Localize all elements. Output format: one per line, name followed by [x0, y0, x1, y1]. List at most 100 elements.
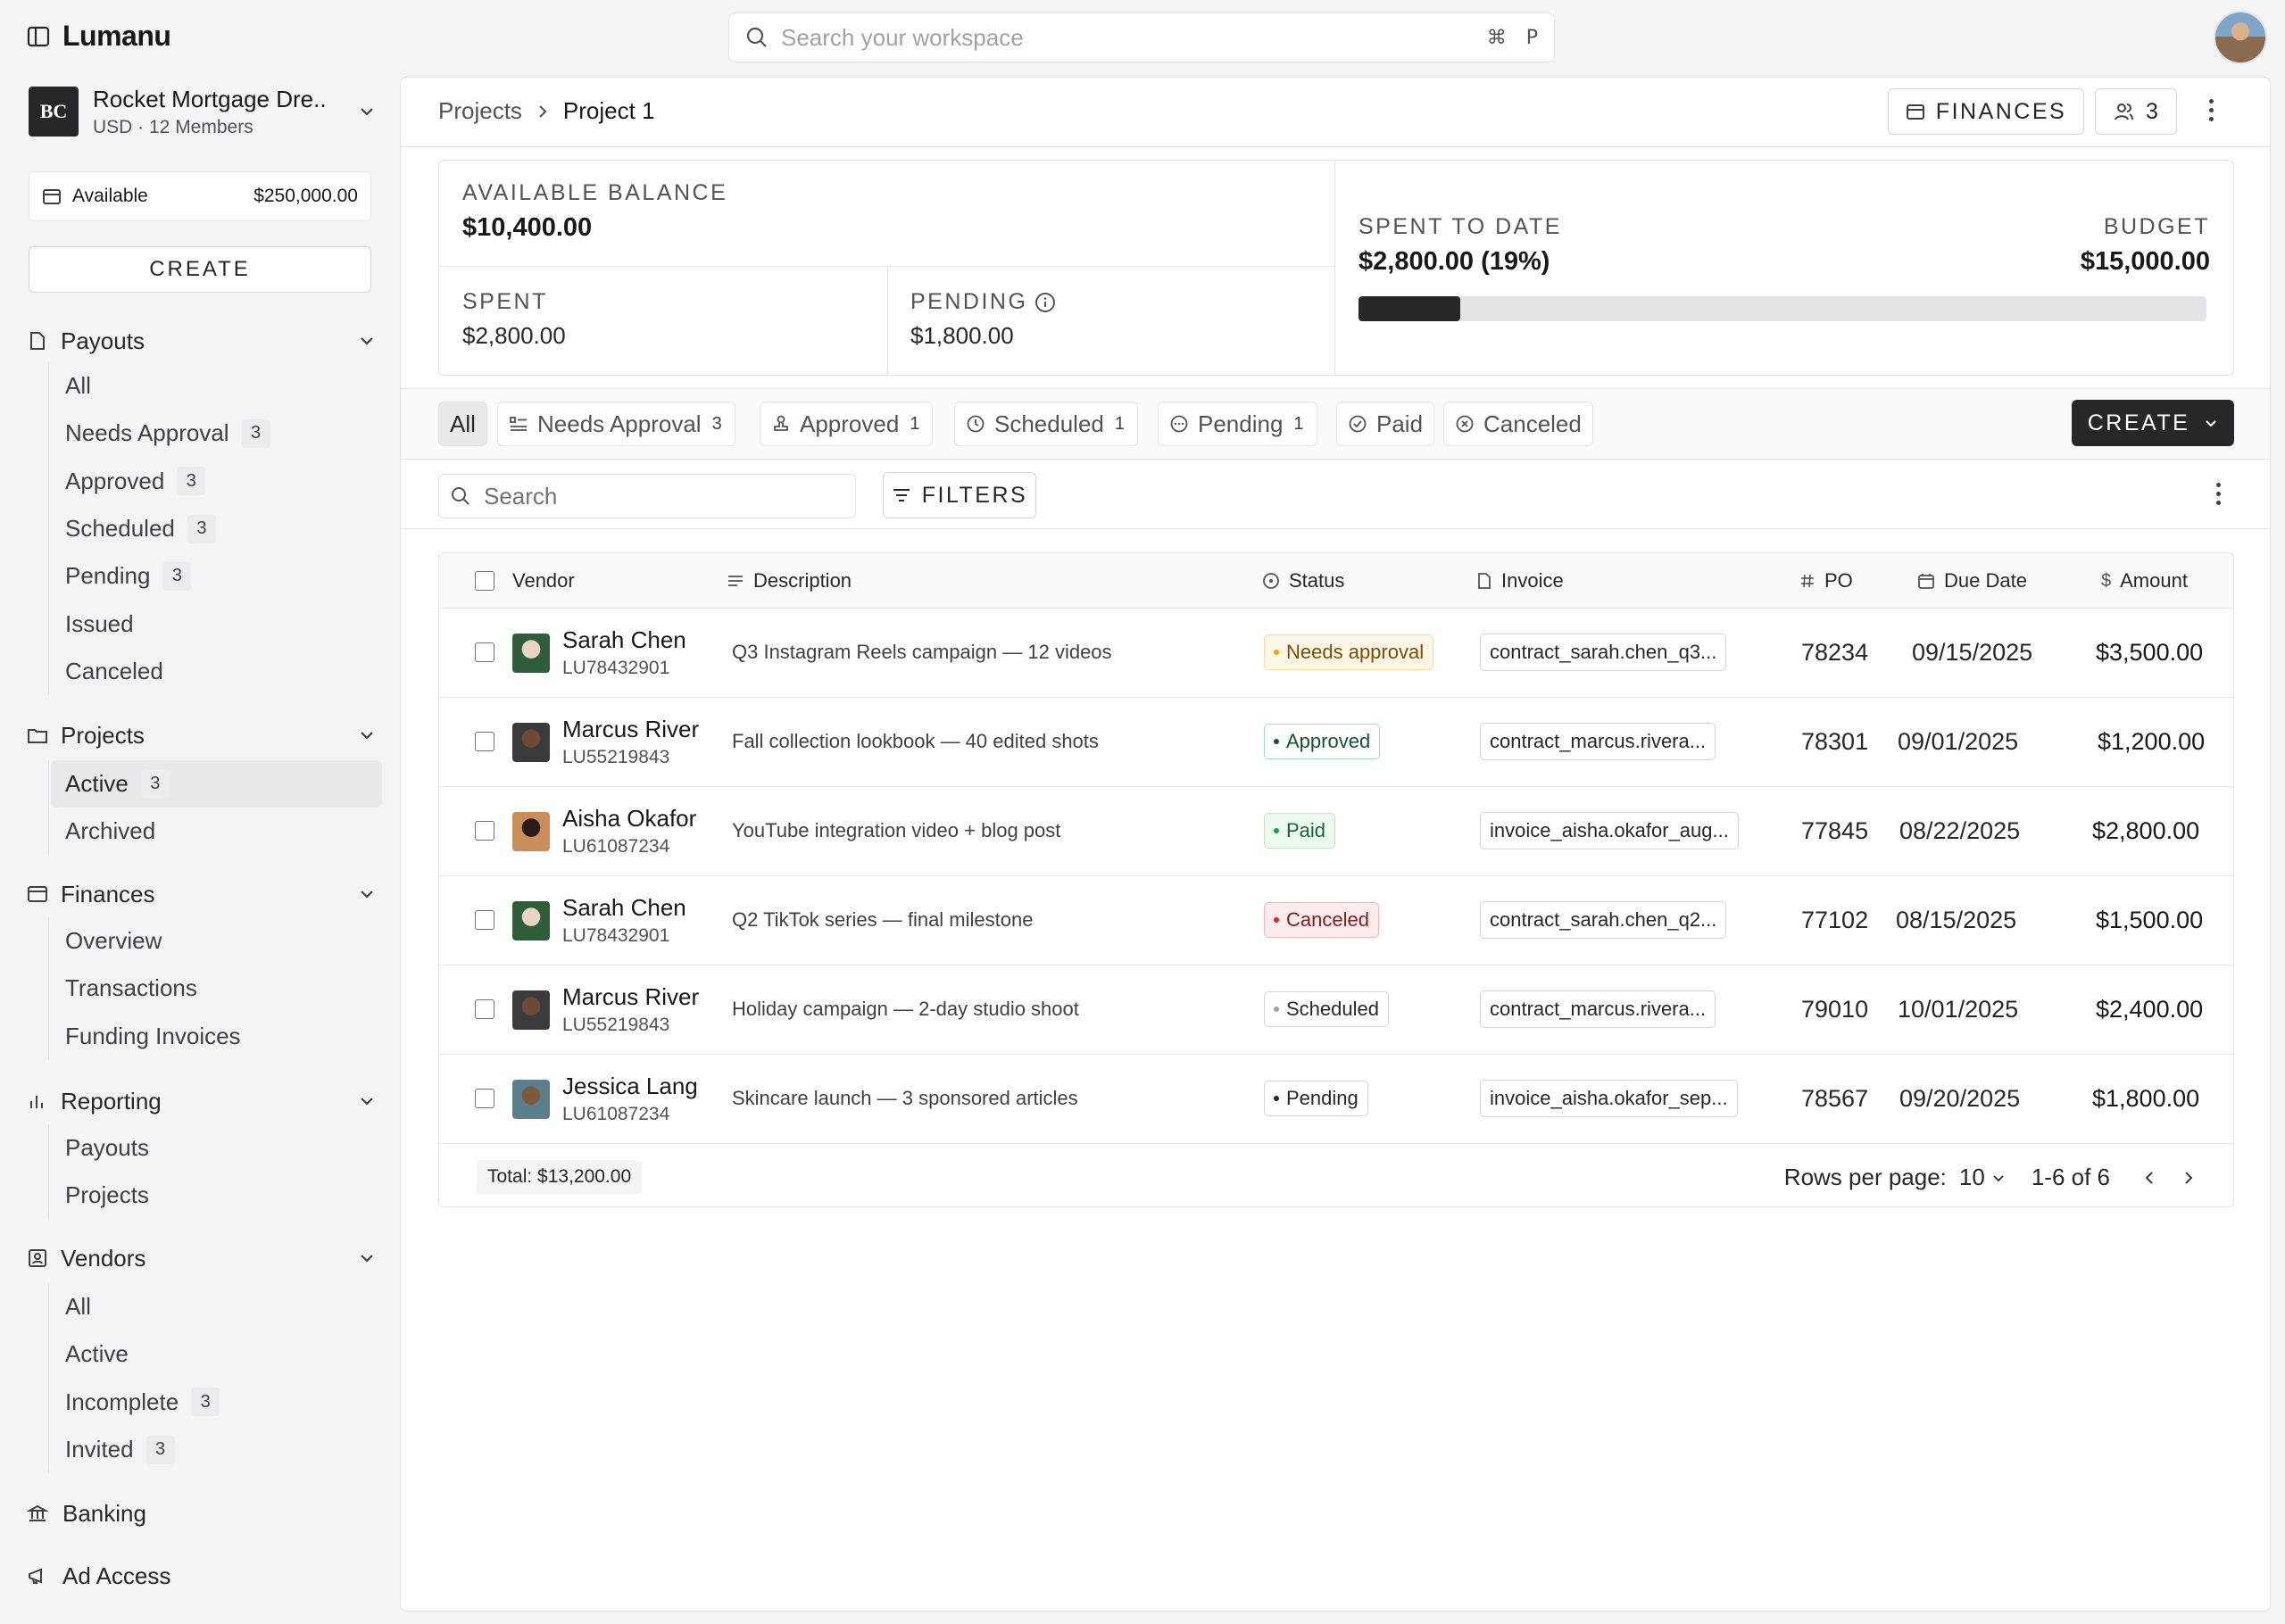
app-logo[interactable]: Lumanu: [27, 20, 171, 53]
col-due-date[interactable]: Due Date: [1917, 569, 2027, 592]
sidebar-item-needs-approval[interactable]: Needs Approval 3: [51, 410, 382, 457]
sidebar-item-pending[interactable]: Pending 3: [51, 552, 382, 600]
invoice-cell[interactable]: contract_sarah.chen_q2...: [1480, 901, 1727, 939]
rows-per-page-select[interactable]: 10: [1959, 1164, 2007, 1191]
invoice-cell[interactable]: contract_marcus.rivera...: [1480, 990, 1716, 1028]
sidebar-item-transactions[interactable]: Transactions: [51, 965, 382, 1012]
vendor-cell[interactable]: Jessica Lang LU61087234: [562, 1073, 698, 1125]
tab-all[interactable]: All: [438, 402, 487, 446]
sidebar-item-reporting-payouts[interactable]: Payouts: [51, 1124, 382, 1172]
members-button[interactable]: 3: [2095, 88, 2177, 135]
vendor-cell[interactable]: Aisha Okafor LU61087234: [562, 805, 696, 858]
invoice-file-chip[interactable]: contract_sarah.chen_q3...: [1480, 634, 1727, 671]
row-checkbox[interactable]: [475, 821, 494, 841]
table-row[interactable]: Aisha Okafor LU61087234 YouTube integrat…: [439, 787, 2233, 876]
due-date: 08/22/2025: [1899, 817, 2021, 844]
workspace-search[interactable]: Search your workspace ⌘ P: [728, 12, 1555, 62]
invoice-cell[interactable]: contract_sarah.chen_q3...: [1480, 634, 1727, 671]
vendor-avatar: [512, 990, 550, 1030]
row-checkbox[interactable]: [475, 642, 494, 662]
spent-to-date-label: SPENT TO DATE: [1359, 214, 1562, 239]
chevron-left-icon[interactable]: [2142, 1170, 2158, 1186]
sidebar-item-projects-active[interactable]: Active 3: [51, 760, 382, 808]
invoice-file-chip[interactable]: contract_sarah.chen_q2...: [1480, 901, 1727, 939]
invoice-file-chip[interactable]: invoice_aisha.okafor_sep...: [1480, 1080, 1738, 1117]
col-status[interactable]: Status: [1262, 569, 1344, 592]
sidebar-item-issued[interactable]: Issued: [51, 600, 382, 647]
tab-scheduled[interactable]: Scheduled 1: [954, 402, 1139, 446]
count-badge: 3: [191, 1388, 220, 1417]
sidebar-item-vendors-invited[interactable]: Invited 3: [51, 1426, 382, 1473]
nav-ad-access[interactable]: Ad Access: [27, 1558, 377, 1594]
nav-item-label: Approved: [65, 467, 165, 494]
nav-section-reporting[interactable]: Reporting: [27, 1083, 377, 1119]
sidebar-create-button[interactable]: CREATE: [29, 246, 371, 293]
tab-approved[interactable]: Approved 1: [760, 402, 934, 446]
invoice-file-chip[interactable]: contract_marcus.rivera...: [1480, 723, 1716, 760]
nav-item-label: Canceled: [65, 657, 163, 684]
table-more-options-icon[interactable]: [2216, 483, 2221, 505]
table-row[interactable]: Sarah Chen LU78432901 Q2 TikTok series —…: [439, 876, 2233, 965]
tab-paid[interactable]: Paid: [1336, 402, 1435, 446]
vendor-cell[interactable]: Marcus River LU55219843: [562, 983, 699, 1036]
more-options-icon[interactable]: [2209, 99, 2214, 121]
col-invoice[interactable]: Invoice: [1476, 569, 1564, 592]
sidebar-toggle-icon[interactable]: [27, 25, 50, 48]
nav-section-vendors[interactable]: Vendors: [27, 1240, 377, 1276]
invoice-cell[interactable]: invoice_aisha.okafor_aug...: [1480, 812, 1739, 849]
table-search-input[interactable]: Search: [438, 474, 856, 518]
col-po[interactable]: PO: [1799, 569, 1853, 592]
col-amount[interactable]: $ Amount: [2101, 569, 2188, 592]
info-icon[interactable]: [1034, 292, 1056, 313]
table-row[interactable]: Marcus River LU55219843 Fall collection …: [439, 698, 2233, 787]
sidebar-item-vendors-incomplete[interactable]: Incomplete 3: [51, 1379, 382, 1426]
clock-icon: [966, 414, 985, 434]
sidebar-item-overview[interactable]: Overview: [51, 917, 382, 965]
tab-canceled[interactable]: Canceled: [1443, 402, 1593, 446]
sidebar-item-reporting-projects[interactable]: Projects: [51, 1172, 382, 1219]
row-checkbox[interactable]: [475, 732, 494, 751]
sidebar-item-payouts-all[interactable]: All: [51, 362, 382, 410]
vendor-cell[interactable]: Marcus River LU55219843: [562, 716, 699, 768]
folder-icon: [27, 725, 48, 746]
invoice-file-chip[interactable]: invoice_aisha.okafor_aug...: [1480, 812, 1739, 849]
sidebar-item-projects-archived[interactable]: Archived: [51, 808, 382, 855]
table-row[interactable]: Sarah Chen LU78432901 Q3 Instagram Reels…: [439, 609, 2233, 698]
sidebar-item-vendors-all[interactable]: All: [51, 1283, 382, 1330]
row-checkbox[interactable]: [475, 910, 494, 930]
sidebar-item-funding-invoices[interactable]: Funding Invoices: [51, 1013, 382, 1060]
tab-label: Paid: [1376, 410, 1424, 437]
row-checkbox[interactable]: [475, 999, 494, 1019]
table-row[interactable]: Jessica Lang LU61087234 Skincare launch …: [439, 1055, 2233, 1144]
user-avatar[interactable]: [2214, 11, 2267, 64]
nav-section-payouts[interactable]: Payouts: [27, 323, 377, 359]
filters-button[interactable]: FILTERS: [883, 472, 1036, 518]
nav-banking[interactable]: Banking: [27, 1496, 377, 1531]
status-label: Paid: [1286, 819, 1326, 841]
col-vendor[interactable]: Vendor: [475, 569, 575, 592]
chevron-right-icon[interactable]: [2180, 1170, 2196, 1186]
sidebar-item-scheduled[interactable]: Scheduled 3: [51, 505, 382, 552]
tab-pending[interactable]: Pending 1: [1158, 402, 1317, 446]
document-icon: [1476, 572, 1492, 590]
vendor-cell[interactable]: Sarah Chen LU78432901: [562, 894, 686, 947]
invoice-cell[interactable]: invoice_aisha.okafor_sep...: [1480, 1080, 1738, 1117]
row-checkbox[interactable]: [475, 1089, 494, 1108]
status-cell: Scheduled: [1264, 991, 1389, 1027]
nav-section-projects[interactable]: Projects: [27, 717, 377, 753]
vendor-cell[interactable]: Sarah Chen LU78432901: [562, 626, 686, 679]
sidebar-item-canceled[interactable]: Canceled: [51, 648, 382, 695]
nav-section-finances[interactable]: Finances: [27, 876, 377, 912]
col-description[interactable]: Description: [727, 569, 852, 592]
select-all-checkbox[interactable]: [475, 571, 494, 591]
finances-button[interactable]: FINANCES: [1888, 88, 2084, 135]
sidebar-item-approved[interactable]: Approved 3: [51, 458, 382, 505]
invoice-cell[interactable]: contract_marcus.rivera...: [1480, 723, 1716, 760]
org-switcher[interactable]: BC Rocket Mortgage Dre.. USD · 12 Member…: [29, 82, 377, 141]
breadcrumb-projects[interactable]: Projects: [438, 97, 522, 125]
sidebar-item-vendors-active[interactable]: Active: [51, 1330, 382, 1378]
tab-needs-approval[interactable]: Needs Approval 3: [497, 402, 735, 446]
table-row[interactable]: Marcus River LU55219843 Holiday campaign…: [439, 965, 2233, 1055]
create-payout-button[interactable]: CREATE: [2072, 400, 2234, 446]
invoice-file-chip[interactable]: contract_marcus.rivera...: [1480, 990, 1716, 1028]
